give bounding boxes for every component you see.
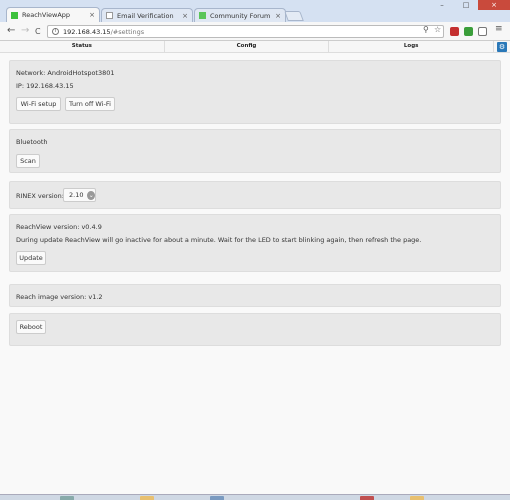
rinex-label: RINEX version: <box>16 192 64 200</box>
reload-button[interactable]: C <box>35 27 41 37</box>
taskbar-app-icon[interactable] <box>60 496 74 500</box>
network-panel: Network: AndroidHotspot3801 IP: 192.168.… <box>9 60 501 124</box>
reachview-update-panel: ReachView version: v0.4.9 During update … <box>9 214 501 272</box>
browser-tabstrip: ReachViewApp × Email Verification × Comm… <box>0 0 510 22</box>
tab-title: Email Verification <box>117 11 174 20</box>
forward-button[interactable]: → <box>21 26 29 36</box>
taskbar-app-icon[interactable] <box>140 496 154 500</box>
close-window-button[interactable]: × <box>478 0 510 10</box>
nav-config[interactable]: Config <box>165 41 330 52</box>
bluetooth-scan-button[interactable]: Scan <box>16 154 40 168</box>
reachview-version: ReachView version: v0.4.9 <box>16 223 102 231</box>
tab-title: Community Forum <box>210 11 271 20</box>
reboot-panel: Reboot <box>9 313 501 346</box>
settings-page: Network: AndroidHotspot3801 IP: 192.168.… <box>0 53 510 500</box>
address-url: 192.168.43.15/#settings <box>63 28 144 36</box>
tab-title: ReachViewApp <box>22 11 71 19</box>
taskbar <box>0 494 510 500</box>
wifi-setup-button[interactable]: Wi-Fi setup <box>16 97 61 111</box>
tab-email-verification[interactable]: Email Verification × <box>101 8 193 22</box>
document-favicon-icon <box>106 12 113 19</box>
image-version: Reach image version: v1.2 <box>16 293 103 301</box>
close-tab-icon[interactable]: × <box>182 12 188 20</box>
back-button[interactable]: ← <box>7 26 15 36</box>
maximize-button[interactable]: □ <box>454 0 478 10</box>
browser-toolbar: ← → C i 192.168.43.15/#settings ⚲ ☆ ≡ <box>0 22 510 41</box>
reboot-button[interactable]: Reboot <box>16 320 46 334</box>
cast-icon[interactable] <box>478 27 487 36</box>
taskbar-app-icon[interactable] <box>360 496 374 500</box>
nav-status[interactable]: Status <box>0 41 165 52</box>
bluetooth-title: Bluetooth <box>16 138 48 146</box>
bluetooth-panel: Bluetooth Scan <box>9 129 501 173</box>
update-note: During update ReachView will go inactive… <box>16 236 422 244</box>
tab-reachviewapp[interactable]: ReachViewApp × <box>6 7 100 22</box>
chevron-down-icon: ⌄ <box>87 190 95 200</box>
forum-favicon-icon <box>199 12 206 19</box>
search-icon[interactable]: ⚲ <box>423 25 429 34</box>
app-navbar: Status Config Logs ⚙ <box>0 41 510 53</box>
taskbar-app-icon[interactable] <box>210 496 224 500</box>
address-bar[interactable]: i 192.168.43.15/#settings <box>47 25 444 38</box>
rinex-version-select[interactable]: 2.10 ⌄ <box>63 188 96 202</box>
turn-off-wifi-button[interactable]: Turn off Wi-Fi <box>65 97 115 111</box>
minimize-button[interactable]: – <box>430 0 454 10</box>
update-button[interactable]: Update <box>16 251 46 265</box>
extension-green-icon[interactable] <box>464 27 473 36</box>
rinex-selected-value: 2.10 <box>69 191 84 199</box>
new-tab-button[interactable] <box>284 11 304 21</box>
menu-icon[interactable]: ≡ <box>495 24 503 34</box>
image-version-panel: Reach image version: v1.2 <box>9 284 501 307</box>
taskbar-app-icon[interactable] <box>410 496 424 500</box>
bookmark-star-icon[interactable]: ☆ <box>434 25 441 34</box>
url-host: 192.168.43.15 <box>63 27 111 36</box>
network-name: Network: AndroidHotspot3801 <box>16 69 115 77</box>
url-path: /#settings <box>110 27 145 36</box>
tab-community-forum[interactable]: Community Forum × <box>194 8 286 22</box>
rinex-panel: RINEX version: 2.10 ⌄ <box>9 181 501 209</box>
close-tab-icon[interactable]: × <box>89 11 95 19</box>
nav-logs[interactable]: Logs <box>329 41 495 52</box>
close-tab-icon[interactable]: × <box>275 12 281 20</box>
network-ip: IP: 192.168.43.15 <box>16 82 74 90</box>
settings-gear-icon[interactable]: ⚙ <box>497 42 507 52</box>
site-info-icon[interactable]: i <box>52 28 59 35</box>
extension-red-icon[interactable] <box>450 27 459 36</box>
app-favicon-icon <box>11 11 18 19</box>
